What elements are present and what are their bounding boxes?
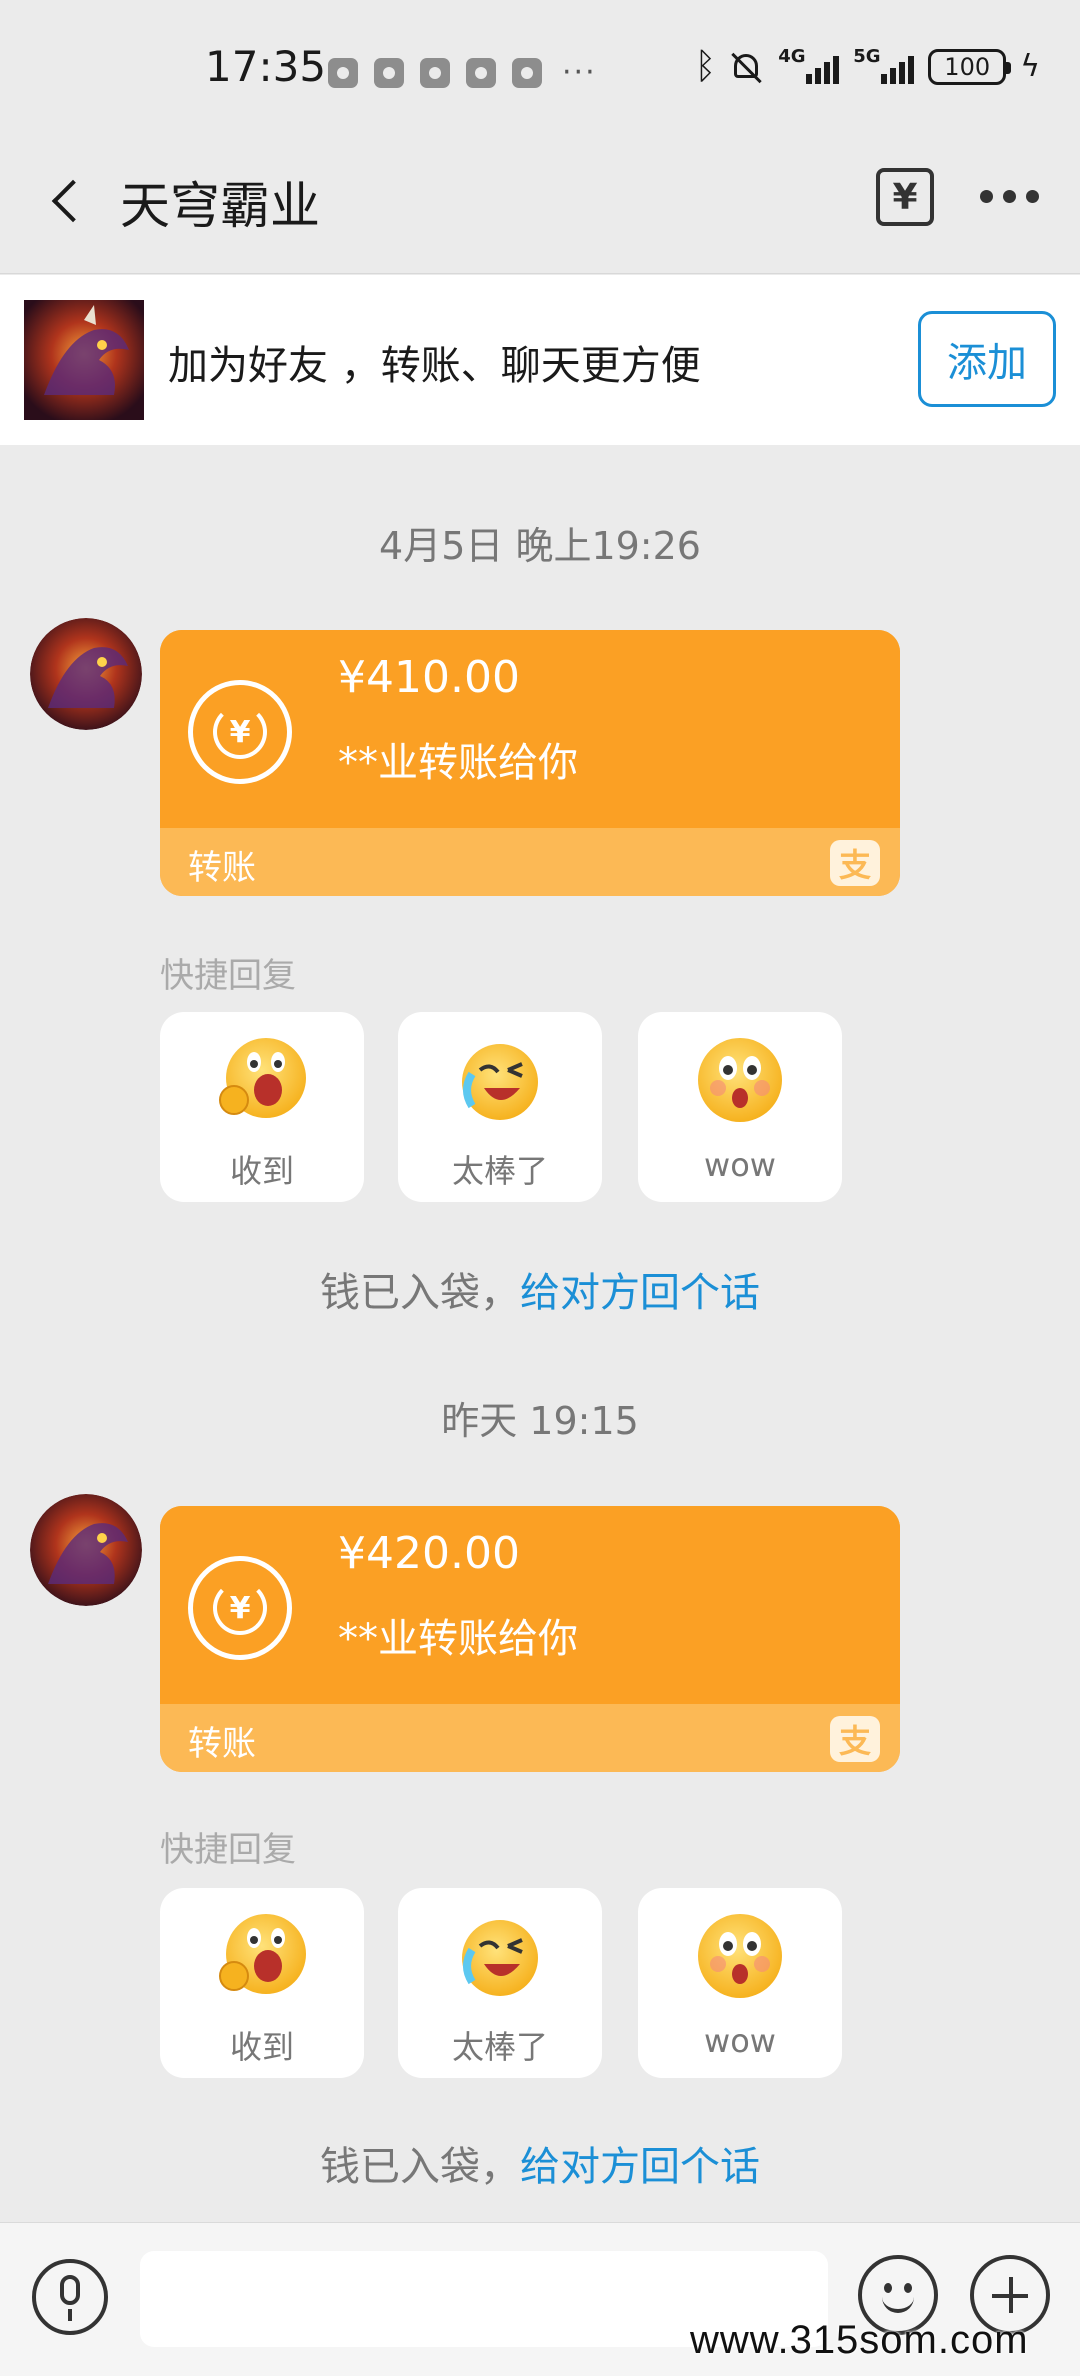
quick-reply-label: 收到 xyxy=(229,1152,294,1190)
system-message-text: 钱已入袋， xyxy=(320,2144,520,2190)
system-message: 钱已入袋，给对方回个话 xyxy=(0,2134,1080,2192)
signal-4g-icon: 4G xyxy=(778,46,840,84)
quick-reply-received[interactable]: 收到 xyxy=(160,1888,364,2078)
transfer-card[interactable]: ¥ ¥420.00 **业转账给你 转账 支 xyxy=(160,1506,900,1772)
bluetooth-icon: ᛒ xyxy=(694,46,717,87)
watermark: www.315som.com xyxy=(690,2318,1029,2362)
transfer-amount: ¥410.00 xyxy=(338,652,520,703)
reply-link[interactable]: 给对方回个话 xyxy=(520,2144,760,2190)
transfer-card-label: 转账 xyxy=(188,1724,256,1764)
quick-reply-wow[interactable]: wow xyxy=(638,1012,842,1202)
quick-reply-great[interactable]: 太棒了 xyxy=(398,1012,602,1202)
chat-title: 天穹霸业 xyxy=(120,177,320,235)
add-friend-button[interactable]: 添加 xyxy=(918,311,1056,407)
microphone-icon[interactable] xyxy=(32,2259,108,2335)
transfer-coin-icon: ¥ xyxy=(188,1556,292,1660)
transfer-icon[interactable]: ¥ xyxy=(876,168,934,226)
notification-icon xyxy=(374,57,404,88)
quick-reply-label: wow xyxy=(704,2022,776,2060)
add-friend-banner: 加为好友 ，转账、聊天更方便 添加 xyxy=(0,275,1080,445)
transfer-amount: ¥420.00 xyxy=(338,1528,520,1579)
system-message: 钱已入袋，给对方回个话 xyxy=(0,1260,1080,1318)
transfer-card-body: ¥ ¥420.00 **业转账给你 xyxy=(160,1506,900,1704)
wow-emoji-icon xyxy=(698,1914,782,1998)
back-icon[interactable] xyxy=(40,172,100,232)
laugh-cry-emoji-icon xyxy=(462,1044,538,1120)
status-indicators: ᛒ 4G 5G 100 ϟ xyxy=(694,46,1040,88)
transfer-description: **业转账给你 xyxy=(338,1616,578,1662)
transfer-card[interactable]: ¥ ¥410.00 **业转账给你 转账 支 xyxy=(160,630,900,896)
quick-reply-label: 收到 xyxy=(229,2028,294,2066)
transfer-card-footer: 转账 支 xyxy=(160,828,900,896)
transfer-card-label: 转账 xyxy=(188,848,256,888)
quick-reply-label: 太棒了 xyxy=(451,1152,548,1190)
wow-emoji-icon xyxy=(698,1038,782,1122)
quick-reply-title: 快捷回复 xyxy=(160,956,296,996)
alipay-icon: 支 xyxy=(830,1716,880,1762)
transfer-card-body: ¥ ¥410.00 **业转账给你 xyxy=(160,630,900,828)
message-timestamp: 昨天 19:15 xyxy=(441,1399,639,1443)
quick-reply-great[interactable]: 太棒了 xyxy=(398,1888,602,2078)
notification-icon xyxy=(466,57,496,88)
reply-link[interactable]: 给对方回个话 xyxy=(520,1270,760,1316)
add-friend-prompt: 加为好友 ，转账、聊天更方便 xyxy=(168,343,701,389)
sender-avatar[interactable] xyxy=(30,618,142,730)
mute-bell-icon xyxy=(730,50,764,84)
notification-icons: ··· xyxy=(328,55,597,90)
notification-icon xyxy=(420,57,450,88)
sender-avatar[interactable] xyxy=(30,1494,142,1606)
transfer-description: **业转账给你 xyxy=(338,740,578,786)
more-options-icon[interactable] xyxy=(980,190,1039,203)
chat-header: 天穹霸业 ¥ xyxy=(0,130,1080,274)
notification-icon xyxy=(328,57,358,88)
transfer-coin-icon: ¥ xyxy=(188,680,292,784)
received-emoji-icon xyxy=(219,1914,306,1994)
quick-reply-title: 快捷回复 xyxy=(160,1830,296,1870)
status-time: 17:35 xyxy=(205,42,327,91)
message-timestamp: 4月5日 晚上19:26 xyxy=(379,524,701,568)
transfer-card-footer: 转账 支 xyxy=(160,1704,900,1772)
quick-reply-label: 太棒了 xyxy=(451,2028,548,2066)
laugh-cry-emoji-icon xyxy=(462,1920,538,1996)
notification-icon xyxy=(512,57,542,88)
charging-icon: ϟ xyxy=(1020,49,1040,84)
quick-reply-received[interactable]: 收到 xyxy=(160,1012,364,1202)
quick-reply-wow[interactable]: wow xyxy=(638,1888,842,2078)
alipay-icon: 支 xyxy=(830,840,880,886)
battery-indicator: 100 xyxy=(928,48,1012,85)
status-bar: 17:35 ··· ᛒ 4G 5G 100 ϟ xyxy=(0,0,1080,130)
received-emoji-icon xyxy=(219,1038,306,1118)
notification-more: ··· xyxy=(562,55,597,90)
signal-5g-icon: 5G xyxy=(853,46,915,84)
system-message-text: 钱已入袋， xyxy=(320,1270,520,1316)
quick-reply-label: wow xyxy=(704,1146,776,1184)
contact-avatar[interactable] xyxy=(24,300,144,420)
